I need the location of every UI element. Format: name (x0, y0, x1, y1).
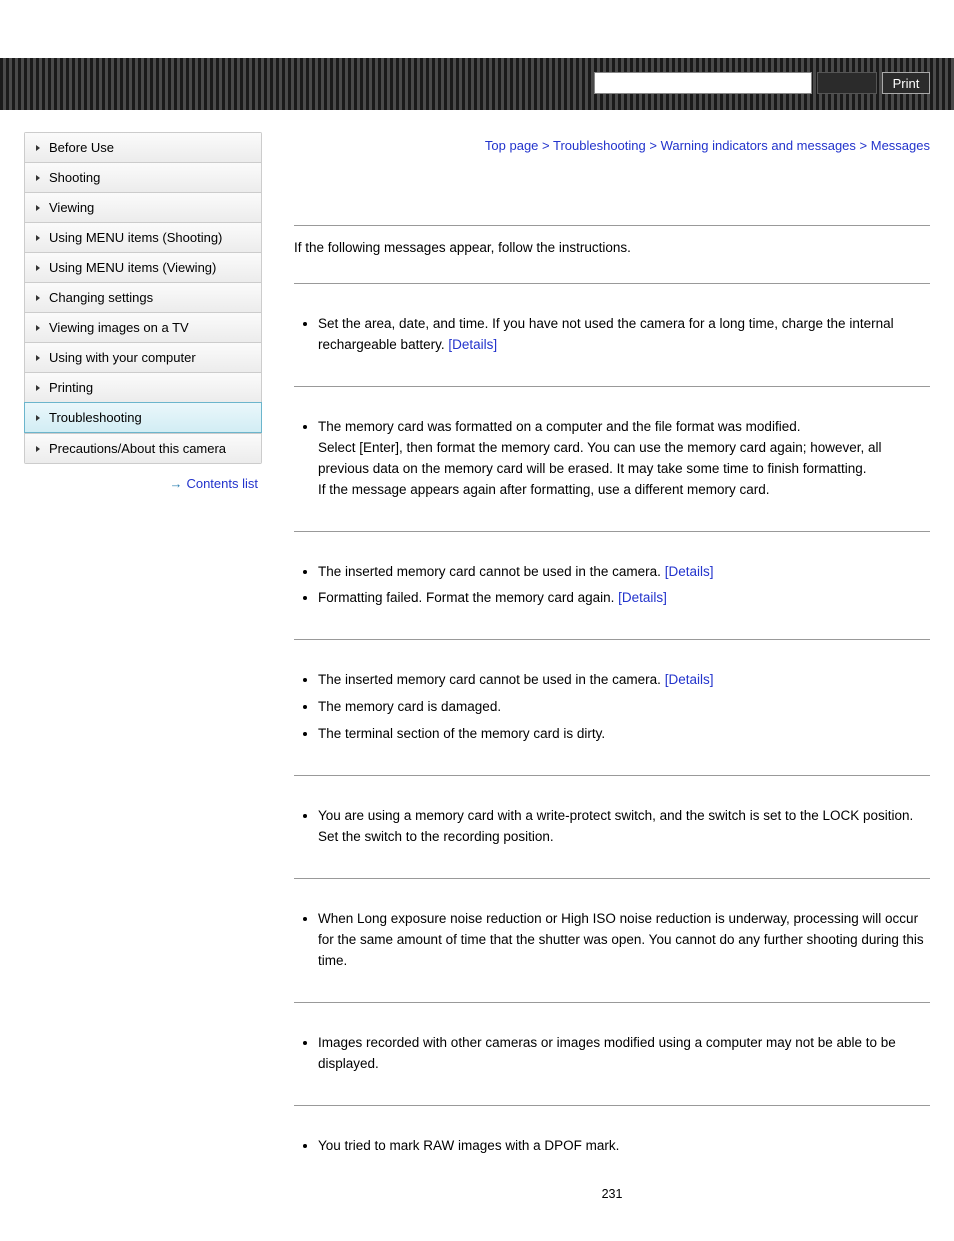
section-divider (294, 878, 930, 879)
intro-text: If the following messages appear, follow… (294, 240, 930, 255)
section-divider (294, 775, 930, 776)
nav-item[interactable]: Printing (24, 372, 262, 402)
details-link[interactable]: [Details] (665, 564, 714, 579)
details-link[interactable]: [Details] (665, 672, 714, 687)
breadcrumb: Top page > Troubleshooting > Warning ind… (294, 138, 930, 153)
message-item: The memory card is damaged. (318, 697, 930, 718)
breadcrumb-separator: > (646, 138, 661, 153)
section-divider (294, 1002, 930, 1003)
message-block: The inserted memory card cannot be used … (294, 670, 930, 745)
message-item: The terminal section of the memory card … (318, 724, 930, 745)
message-block: When Long exposure noise reduction or Hi… (294, 909, 930, 972)
contents-list-link[interactable]: Contents list (186, 476, 258, 491)
arrow-right-icon: → (169, 476, 182, 491)
page-container: Before UseShootingViewingUsing MENU item… (0, 110, 954, 1241)
message-item: The memory card was formatted on a compu… (318, 417, 930, 501)
main-content: Top page > Troubleshooting > Warning ind… (262, 110, 930, 1201)
section-divider (294, 283, 930, 284)
message-list: You are using a memory card with a write… (294, 806, 930, 848)
message-block: Images recorded with other cameras or im… (294, 1033, 930, 1075)
breadcrumb-link[interactable]: Top page (485, 138, 539, 153)
nav-item[interactable]: Using MENU items (Viewing) (24, 252, 262, 282)
nav-item[interactable]: Shooting (24, 162, 262, 192)
details-link[interactable]: [Details] (618, 590, 667, 605)
message-list: When Long exposure noise reduction or Hi… (294, 909, 930, 972)
message-list: Set the area, date, and time. If you hav… (294, 314, 930, 356)
section-divider (294, 1105, 930, 1106)
message-block: You tried to mark RAW images with a DPOF… (294, 1136, 930, 1157)
section-divider (294, 225, 930, 226)
top-spacer (0, 0, 954, 58)
search-button[interactable] (817, 72, 877, 94)
message-block: Set the area, date, and time. If you hav… (294, 314, 930, 356)
breadcrumb-separator: > (538, 138, 553, 153)
nav-item[interactable]: Changing settings (24, 282, 262, 312)
message-item: The inserted memory card cannot be used … (318, 562, 930, 583)
nav-item[interactable]: Using with your computer (24, 342, 262, 372)
nav-item[interactable]: Viewing (24, 192, 262, 222)
print-button[interactable]: Print (882, 72, 930, 94)
sidebar: Before UseShootingViewingUsing MENU item… (24, 132, 262, 1201)
page-number: 231 (294, 1187, 930, 1201)
section-divider (294, 531, 930, 532)
message-item: Set the area, date, and time. If you hav… (318, 314, 930, 356)
section-divider (294, 386, 930, 387)
message-list: The inserted memory card cannot be used … (294, 562, 930, 610)
header-bar: Print (0, 58, 954, 110)
search-input[interactable] (594, 72, 812, 94)
message-item: Images recorded with other cameras or im… (318, 1033, 930, 1075)
message-item: Formatting failed. Format the memory car… (318, 588, 930, 609)
breadcrumb-separator: > (856, 138, 871, 153)
search-row: Print (594, 72, 930, 94)
nav-item[interactable]: Viewing images on a TV (24, 312, 262, 342)
message-list: The inserted memory card cannot be used … (294, 670, 930, 745)
message-block: You are using a memory card with a write… (294, 806, 930, 848)
message-item: You tried to mark RAW images with a DPOF… (318, 1136, 930, 1157)
nav-item[interactable]: Troubleshooting (24, 402, 262, 433)
nav-list: Before UseShootingViewingUsing MENU item… (24, 132, 262, 464)
section-divider (294, 639, 930, 640)
message-list: You tried to mark RAW images with a DPOF… (294, 1136, 930, 1157)
contents-list-row: → Contents list (24, 464, 262, 491)
message-block: The inserted memory card cannot be used … (294, 562, 930, 610)
nav-item[interactable]: Using MENU items (Shooting) (24, 222, 262, 252)
message-list: Images recorded with other cameras or im… (294, 1033, 930, 1075)
message-item: You are using a memory card with a write… (318, 806, 930, 848)
message-item: The inserted memory card cannot be used … (318, 670, 930, 691)
nav-item[interactable]: Before Use (24, 132, 262, 162)
message-list: The memory card was formatted on a compu… (294, 417, 930, 501)
message-block: The memory card was formatted on a compu… (294, 417, 930, 501)
message-item: When Long exposure noise reduction or Hi… (318, 909, 930, 972)
nav-item[interactable]: Precautions/About this camera (24, 433, 262, 464)
breadcrumb-link[interactable]: Warning indicators and messages (661, 138, 856, 153)
details-link[interactable]: [Details] (448, 337, 497, 352)
breadcrumb-link[interactable]: Troubleshooting (553, 138, 646, 153)
breadcrumb-link[interactable]: Messages (871, 138, 930, 153)
